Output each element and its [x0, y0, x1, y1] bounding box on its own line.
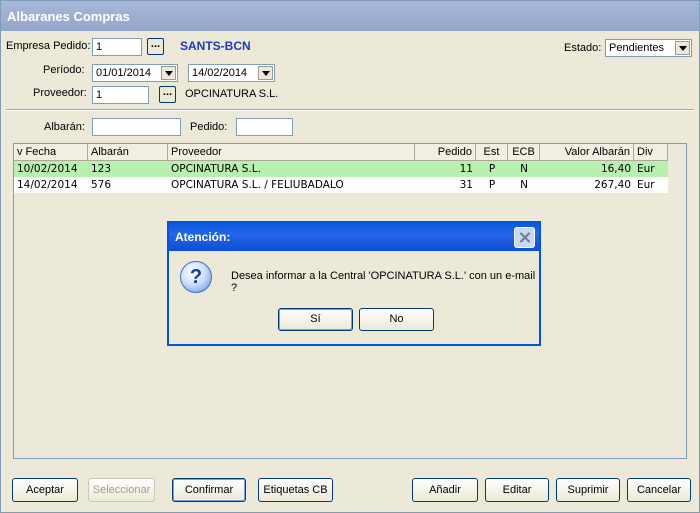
column-header-pedido[interactable]: Pedido	[415, 144, 476, 161]
estado-label: Estado:	[564, 42, 602, 54]
column-header-valor[interactable]: Valor Albarán	[540, 144, 634, 161]
pedido-input[interactable]	[236, 118, 293, 136]
suprimir-button[interactable]: Suprimir	[556, 478, 620, 502]
proveedor-name: OPCINATURA S.L.	[185, 88, 279, 100]
cell-fecha: 10/02/2014	[17, 163, 78, 175]
editar-button[interactable]: Editar	[485, 478, 549, 502]
close-icon[interactable]	[514, 227, 535, 248]
cell-pedido: 31	[459, 179, 473, 191]
yes-button[interactable]: Sí	[278, 308, 353, 331]
cell-proveedor: OPCINATURA S.L.	[171, 163, 261, 175]
column-header-proveedor[interactable]: Proveedor	[168, 144, 415, 161]
estado-value: Pendientes	[609, 42, 665, 54]
no-button[interactable]: No	[359, 308, 434, 331]
cell-est: P	[488, 179, 496, 191]
empresa-label: Empresa Pedido:	[6, 40, 91, 52]
pedido-label: Pedido:	[190, 121, 228, 133]
albaranes-compras-window: Albaranes Compras Empresa Pedido: ... SA…	[0, 0, 700, 513]
dialog-message: Desea informar a la Central 'OPCINATURA …	[231, 270, 536, 294]
cell-div: Eur	[637, 179, 655, 191]
window-title: Albaranes Compras	[1, 1, 699, 31]
periodo-to-value: 14/02/2014	[192, 67, 248, 79]
chevron-down-icon[interactable]	[258, 66, 273, 80]
column-header-div[interactable]: Div	[634, 144, 668, 161]
table-header: v Fecha Albarán Proveedor Pedido Est ECB…	[14, 144, 686, 161]
periodo-to-picker[interactable]: 14/02/2014	[188, 64, 275, 82]
aceptar-button[interactable]: Aceptar	[12, 478, 78, 502]
cell-fecha: 14/02/2014	[17, 179, 78, 191]
periodo-from-picker[interactable]: 01/01/2014	[92, 64, 178, 82]
cell-albaran: 576	[91, 179, 112, 191]
empresa-name: SANTS-BCN	[180, 39, 251, 53]
column-header-fecha[interactable]: v Fecha	[14, 144, 88, 161]
column-header-albaran[interactable]: Albarán	[88, 144, 168, 161]
chevron-down-icon[interactable]	[161, 66, 176, 80]
question-icon: ?	[180, 261, 212, 293]
table-row[interactable]: 14/02/2014 576 OPCINATURA S.L. / FELIUBA…	[14, 177, 668, 193]
cell-ecb: N	[520, 163, 528, 175]
periodo-label: Período:	[43, 64, 85, 76]
cell-valor: 16,40	[600, 163, 631, 175]
confirmar-button[interactable]: Confirmar	[172, 478, 246, 502]
cell-est: P	[488, 163, 496, 175]
empresa-lookup-button[interactable]: ...	[147, 38, 164, 55]
cell-albaran: 123	[91, 163, 112, 175]
table-row[interactable]: 10/02/2014 123 OPCINATURA S.L. 11 P N 16…	[14, 161, 668, 177]
albaran-label: Albarán:	[44, 121, 85, 133]
cancelar-button[interactable]: Cancelar	[627, 478, 691, 502]
periodo-from-value: 01/01/2014	[96, 67, 152, 79]
cell-valor: 267,40	[594, 179, 631, 191]
anadir-button[interactable]: Añadir	[412, 478, 478, 502]
estado-select[interactable]: Pendientes	[605, 39, 692, 57]
proveedor-input[interactable]	[92, 86, 149, 104]
dialog-title: Atención:	[169, 223, 539, 251]
seleccionar-button[interactable]: Seleccionar	[88, 478, 155, 502]
albaran-input[interactable]	[92, 118, 181, 136]
confirm-dialog: Atención: ? Desea informar a la Central …	[167, 221, 541, 346]
chevron-down-icon[interactable]	[675, 41, 690, 55]
cell-proveedor: OPCINATURA S.L. / FELIUBADALO	[171, 179, 344, 191]
column-header-est[interactable]: Est	[476, 144, 508, 161]
column-header-ecb[interactable]: ECB	[508, 144, 540, 161]
proveedor-label: Proveedor:	[33, 87, 87, 99]
cell-ecb: N	[520, 179, 528, 191]
empresa-input[interactable]	[92, 38, 142, 56]
cell-pedido: 11	[459, 163, 473, 175]
etiquetas-cb-button[interactable]: Etiquetas CB	[258, 478, 333, 502]
divider	[6, 109, 694, 111]
cell-div: Eur	[637, 163, 655, 175]
proveedor-lookup-button[interactable]: ...	[159, 86, 176, 103]
